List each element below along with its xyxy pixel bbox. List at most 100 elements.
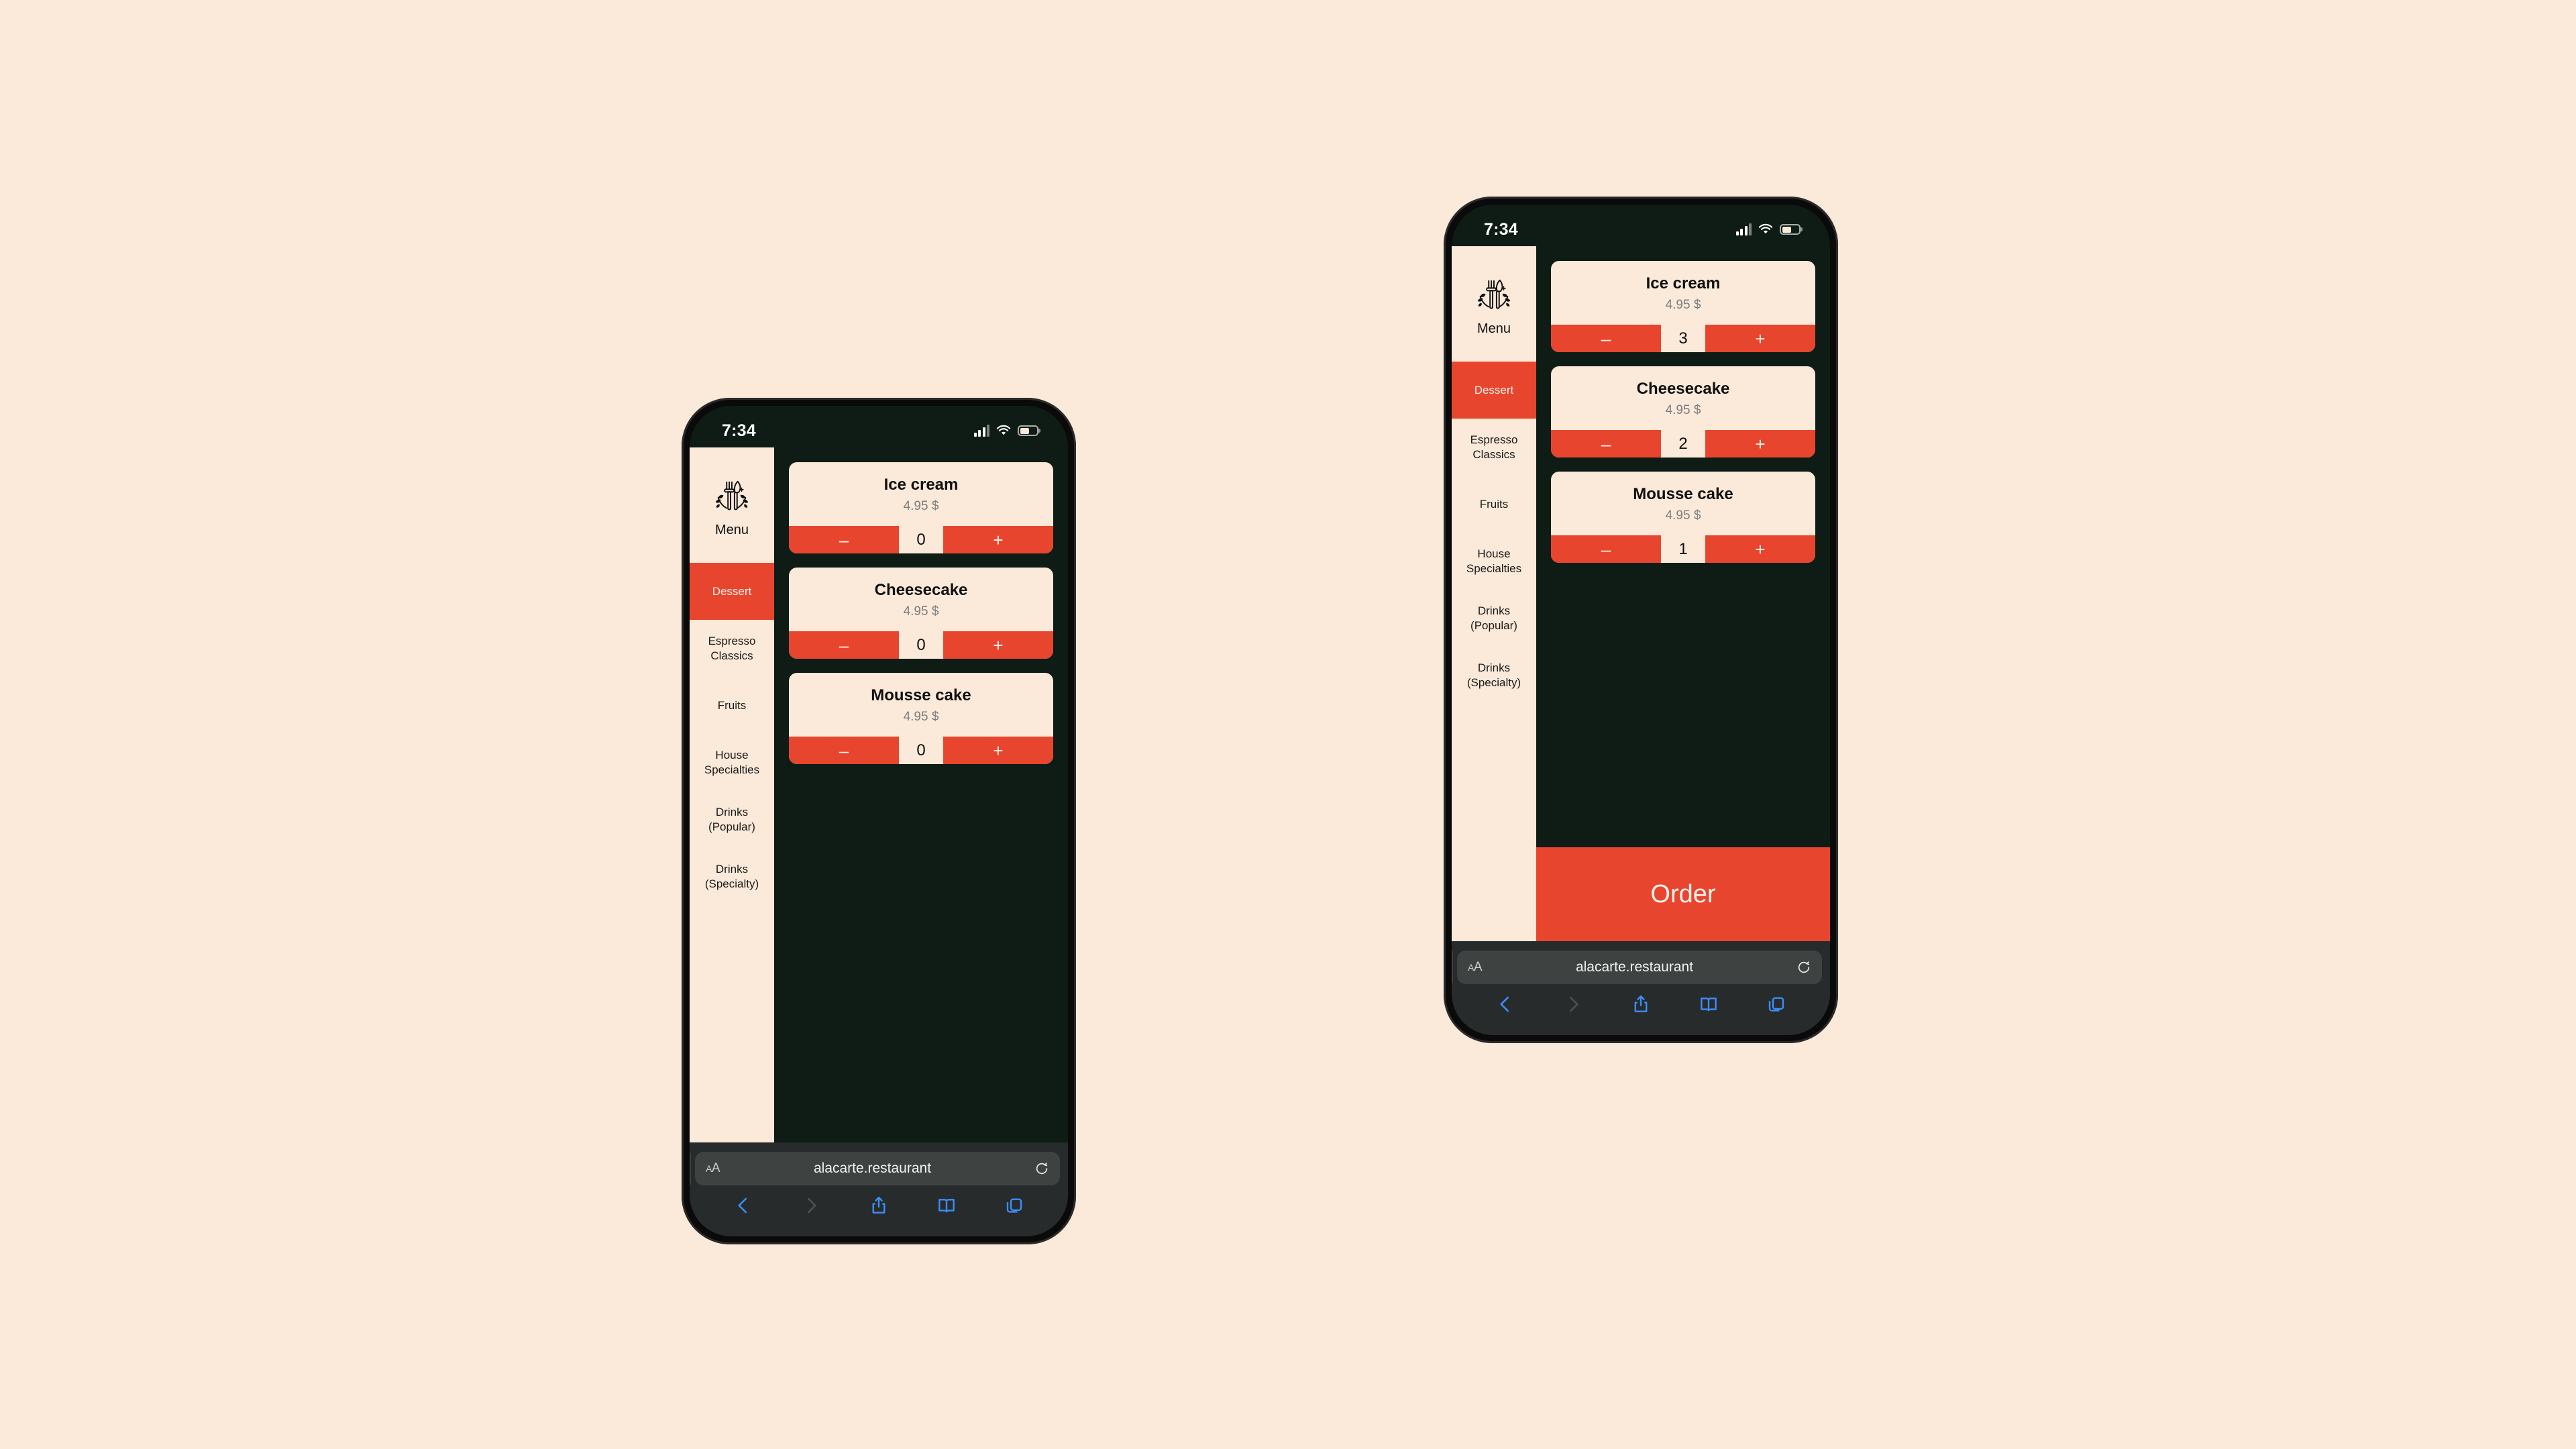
text-size-large: A (1473, 960, 1483, 974)
quantity-value: 0 (899, 631, 943, 659)
menu-item-info: Cheesecake 4.95 $ (1551, 366, 1815, 430)
chevron-left-icon[interactable] (733, 1195, 753, 1216)
menu-item-price: 4.95 $ (1665, 403, 1701, 417)
menu-item-name: Cheesecake (1636, 380, 1730, 398)
previous-tab-peek[interactable] (1452, 951, 1453, 983)
sidebar-item-label: Dessert (1474, 383, 1514, 396)
share-icon[interactable] (869, 1195, 889, 1216)
previous-tab-peek[interactable] (690, 1152, 691, 1185)
status-time: 7:34 (1484, 219, 1518, 239)
sidebar-item-house-specialties[interactable]: House Specialties (1452, 533, 1536, 590)
text-size-small: A (706, 1163, 712, 1174)
increment-button[interactable]: + (943, 526, 1053, 553)
home-indicator (698, 1226, 1060, 1232)
url-row: AA alacarte.restaurant (690, 1152, 1060, 1185)
sidebar-item-dessert[interactable]: Dessert (690, 563, 774, 620)
increment-button[interactable]: + (1705, 325, 1815, 352)
reload-icon[interactable] (1034, 1161, 1049, 1176)
book-icon[interactable] (1699, 994, 1719, 1014)
browser-nav-row (698, 1185, 1060, 1226)
chevron-left-icon[interactable] (1495, 994, 1515, 1014)
quantity-stepper: – 1 + (1551, 535, 1815, 563)
increment-button[interactable]: + (1705, 535, 1815, 563)
menu-item-price: 4.95 $ (1665, 298, 1701, 312)
text-size-small: A (1468, 962, 1474, 973)
signal-bars-icon (973, 425, 989, 437)
quantity-stepper: – 0 + (789, 526, 1053, 553)
address-bar[interactable]: AA alacarte.restaurant (695, 1152, 1060, 1185)
sidebar-item-espresso-classics[interactable]: Espresso Classics (690, 620, 774, 677)
quantity-value: 3 (1661, 325, 1705, 352)
menu-item-name: Mousse cake (871, 686, 971, 704)
decrement-button[interactable]: – (1551, 535, 1661, 563)
sidebar-item-fruits[interactable]: Fruits (690, 677, 774, 734)
decrement-button[interactable]: – (789, 737, 899, 764)
decrement-button[interactable]: – (1551, 430, 1661, 458)
status-indicators (1735, 223, 1801, 235)
menu-item-name: Mousse cake (1633, 485, 1733, 503)
tabs-icon[interactable] (1004, 1195, 1024, 1216)
menu-item-price: 4.95 $ (1665, 508, 1701, 523)
quantity-stepper: – 0 + (789, 631, 1053, 659)
chevron-right-icon[interactable] (801, 1195, 821, 1216)
sidebar-item-drinks-popular[interactable]: Drinks (Popular) (1452, 590, 1536, 647)
url-row: AA alacarte.restaurant (1452, 951, 1822, 984)
brand-block: Menu (1452, 246, 1536, 362)
app-content-left: Menu Dessert Espresso Classics Fruits Ho… (690, 447, 1068, 1142)
sidebar-item-label: House Specialties (704, 749, 760, 776)
quantity-value: 2 (1661, 430, 1705, 458)
menu-item-card: Ice cream 4.95 $ – 0 + (789, 462, 1053, 553)
menu-item-info: Mousse cake 4.95 $ (1551, 472, 1815, 535)
sidebar-item-label: Espresso Classics (708, 635, 756, 662)
quantity-stepper: – 3 + (1551, 325, 1815, 352)
tabs-icon[interactable] (1766, 994, 1786, 1014)
wifi-icon (996, 425, 1011, 435)
book-icon[interactable] (936, 1195, 957, 1216)
chevron-right-icon[interactable] (1563, 994, 1583, 1014)
sidebar-item-drinks-specialty[interactable]: Drinks (Specialty) (690, 848, 774, 905)
share-icon[interactable] (1631, 994, 1651, 1014)
phone-screen-left: 7:34 Menu Dessert Espresso Classics Frui… (690, 406, 1068, 1236)
menu-item-list: Ice cream 4.95 $ – 0 + Cheesecake 4.95 $ (774, 447, 1068, 1142)
quantity-value: 0 (899, 526, 943, 553)
text-size-icon[interactable]: AA (706, 1161, 720, 1176)
sidebar-item-drinks-popular[interactable]: Drinks (Popular) (690, 791, 774, 848)
sidebar-item-label: Drinks (Specialty) (1466, 661, 1521, 689)
sidebar-item-dessert[interactable]: Dessert (1452, 362, 1536, 419)
decrement-button[interactable]: – (789, 526, 899, 553)
decrement-button[interactable]: – (1551, 325, 1661, 352)
category-sidebar: Menu Dessert Espresso Classics Fruits Ho… (690, 447, 774, 1142)
fork-knife-wreath-logo (715, 480, 749, 510)
increment-button[interactable]: + (1705, 430, 1815, 458)
browser-toolbar: AA alacarte.restaurant (690, 1142, 1068, 1236)
brand-label: Menu (714, 522, 749, 537)
menu-item-info: Cheesecake 4.95 $ (789, 568, 1053, 631)
sidebar-item-house-specialties[interactable]: House Specialties (690, 734, 774, 791)
increment-button[interactable]: + (943, 737, 1053, 764)
wifi-icon (1758, 223, 1773, 234)
sidebar-item-drinks-specialty[interactable]: Drinks (Specialty) (1452, 647, 1536, 704)
increment-button[interactable]: + (943, 631, 1053, 659)
brand-block: Menu (690, 447, 774, 563)
url-text: alacarte.restaurant (813, 1161, 932, 1176)
text-size-icon[interactable]: AA (1468, 960, 1483, 975)
menu-item-name: Ice cream (883, 476, 959, 494)
menu-item-card: Ice cream 4.95 $ – 3 + (1551, 261, 1815, 352)
sidebar-item-espresso-classics[interactable]: Espresso Classics (1452, 419, 1536, 476)
menu-item-card: Cheesecake 4.95 $ – 0 + (789, 568, 1053, 659)
menu-item-card: Mousse cake 4.95 $ – 0 + (789, 673, 1053, 764)
text-size-large: A (711, 1161, 720, 1175)
address-bar[interactable]: AA alacarte.restaurant (1457, 951, 1822, 984)
decrement-button[interactable]: – (789, 631, 899, 659)
reload-icon[interactable] (1796, 960, 1811, 975)
battery-icon (1780, 224, 1801, 235)
sidebar-item-label: Drinks (Specialty) (704, 863, 759, 890)
status-time: 7:34 (722, 421, 756, 440)
status-bar: 7:34 (690, 406, 1068, 447)
menu-column: Ice cream 4.95 $ – 3 + Cheesecake 4.95 $ (1536, 246, 1830, 941)
menu-item-card: Cheesecake 4.95 $ – 2 + (1551, 366, 1815, 458)
sidebar-item-label: House Specialties (1466, 547, 1522, 575)
sidebar-item-fruits[interactable]: Fruits (1452, 476, 1536, 533)
order-button[interactable]: Order (1536, 847, 1830, 941)
fork-knife-wreath-logo (1477, 279, 1511, 309)
